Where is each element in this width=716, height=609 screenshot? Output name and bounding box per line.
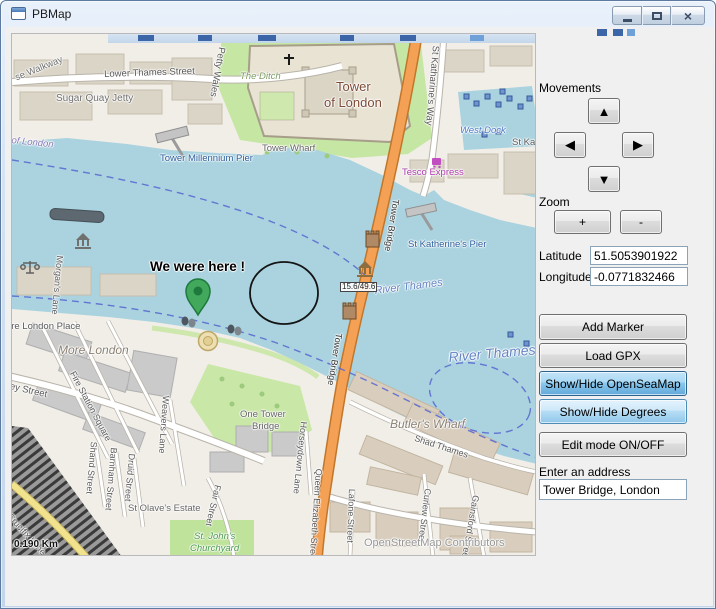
map-label: St Katherine's Pier (408, 240, 486, 250)
minimize-button[interactable] (612, 6, 642, 25)
map-label: More London (58, 344, 129, 356)
toggle-degrees-button[interactable]: Show/Hide Degrees (539, 399, 687, 424)
map-label: Tower (336, 80, 371, 93)
map-label: Tower Bridge (326, 333, 343, 386)
movements-label: Movements (539, 81, 601, 95)
move-up-button[interactable]: ▲ (588, 98, 620, 124)
map-label: Shand Street (84, 441, 98, 494)
map-scale: 0.190 Km (14, 540, 58, 550)
map-label: One Tower (240, 410, 286, 420)
zoom-out-button[interactable]: - (620, 210, 662, 234)
app-window: PBMap × (0, 0, 716, 609)
map-label: Tesco Express (402, 168, 464, 178)
maximize-icon (652, 12, 662, 20)
maximize-button[interactable] (643, 6, 671, 25)
map-label: River Thames (374, 278, 443, 297)
longitude-input[interactable] (590, 267, 688, 286)
map-label: Druid Street (123, 453, 136, 502)
map-canvas[interactable]: se Walkway Sugar Quay Jetty Lower Thames S… (11, 33, 536, 556)
map-label: of London (11, 136, 54, 150)
map-label: Morgan's Lane (50, 255, 64, 315)
client-area: se Walkway Sugar Quay Jetty Lower Thames S… (5, 27, 713, 606)
titlebar[interactable]: PBMap × (1, 1, 715, 27)
map-label: River Thames (448, 342, 536, 364)
arrow-up-icon: ▲ (598, 104, 611, 119)
map-label: Lower Thames Street (104, 67, 195, 80)
map-labels-layer: se Walkway Sugar Quay Jetty Lower Thames S… (12, 34, 535, 555)
window-title: PBMap (32, 7, 71, 21)
map-label: St Katharine (512, 138, 536, 148)
map-label: The Ditch (240, 72, 281, 82)
move-down-button[interactable]: ▼ (588, 166, 620, 192)
map-label: Queen Elizabeth Street (308, 468, 323, 556)
map-label: Lafone Street (345, 489, 356, 543)
toggle-openseamap-button[interactable]: Show/Hide OpenSeaMap (539, 371, 687, 396)
map-label: St Katharine's Way (424, 45, 440, 126)
map-label: Weavers Lane (157, 395, 170, 453)
map-label: se Walkway (14, 55, 64, 83)
map-label: Tower Wharf (262, 144, 315, 154)
marker-label: We were here ! (150, 260, 245, 274)
app-icon (11, 7, 26, 20)
map-attribution: OpenStreetMap Contributors (364, 538, 505, 549)
map-label: Tower Bridge (383, 199, 400, 252)
map-label: Sugar Quay Jetty (56, 94, 133, 104)
map-label: Churchyard (190, 544, 239, 554)
map-label: Fair Street (204, 484, 222, 527)
latitude-input[interactable] (590, 246, 688, 265)
map-label: Tower Millennium Pier (160, 154, 253, 164)
map-label: 15.6/49.6 (340, 282, 377, 292)
address-input[interactable] (539, 479, 687, 500)
map-label: Bridge (252, 422, 279, 432)
map-label: West Dock (460, 126, 506, 136)
zoom-in-button[interactable]: + (554, 210, 611, 234)
map-label: Shad Thames (413, 434, 469, 460)
move-right-button[interactable]: ▶ (622, 132, 654, 158)
map-label: Fire Station Square (68, 370, 112, 443)
map-label: St. John's (194, 532, 235, 542)
minimize-icon (623, 19, 632, 22)
move-left-button[interactable]: ◀ (554, 132, 586, 158)
edit-mode-button[interactable]: Edit mode ON/OFF (539, 432, 687, 457)
load-gpx-button[interactable]: Load GPX (539, 343, 687, 368)
tile-artifact (597, 29, 637, 37)
address-label: Enter an address (539, 465, 630, 479)
arrow-down-icon: ▼ (598, 172, 611, 187)
map-label: Tooley Street (11, 378, 48, 400)
map-label: of London (324, 96, 382, 109)
add-marker-button[interactable]: Add Marker (539, 314, 687, 340)
map-label: Petty Wales (208, 46, 226, 97)
close-icon: × (684, 8, 692, 24)
longitude-label: Longitude (539, 270, 592, 284)
map-label: More London Place (11, 322, 80, 332)
latitude-label: Latitude (539, 249, 582, 263)
map-label: Butler's Wharf (390, 418, 465, 430)
close-button[interactable]: × (672, 6, 705, 25)
map-label: Barnham Street (104, 447, 118, 511)
map-label: Curlew Street (416, 488, 432, 543)
map-label: St Olave's Estate (128, 504, 201, 514)
arrow-right-icon: ▶ (633, 137, 643, 153)
map-label: Horseydown Lane (291, 421, 308, 494)
arrow-left-icon: ◀ (565, 137, 575, 153)
zoom-label: Zoom (539, 195, 570, 209)
